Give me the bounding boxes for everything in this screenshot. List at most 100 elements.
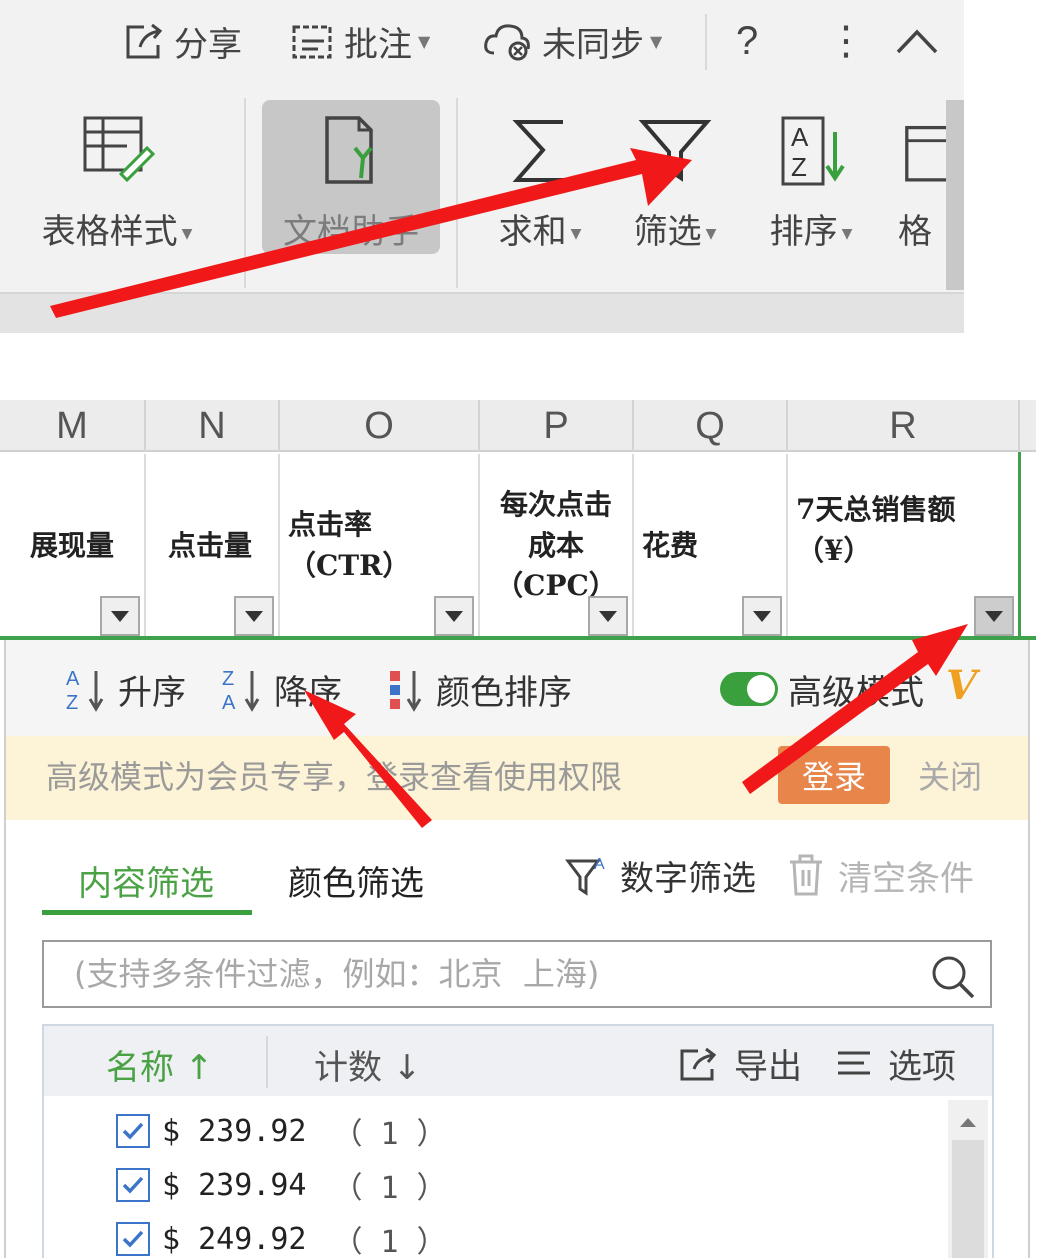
header-text: 点击量 [168, 528, 253, 562]
column-header-M[interactable]: M [0, 400, 146, 452]
member-notice-bar: 高级模式为会员专享，登录查看使用权限 登录 关闭 [6, 736, 1028, 820]
name-column-header[interactable]: 名称 ↑ [106, 1040, 213, 1089]
share-icon [126, 23, 163, 59]
chevron-up-icon [896, 29, 938, 54]
sync-status-button[interactable]: 未同步 ▼ [482, 14, 662, 68]
header-cell-cpc[interactable]: 每次点击 成本 （CPC） [480, 454, 634, 638]
checkbox-checked[interactable] [116, 1114, 150, 1148]
sync-label: 未同步 [542, 24, 644, 65]
advanced-mode-toggle[interactable] [720, 672, 778, 706]
filter-panel: AZ 升序 ZA 降序 颜色排序 高级模式 V 高级模式为会员专享，登录查看使用… [4, 640, 1030, 1258]
collapse-ribbon-button[interactable] [894, 14, 948, 68]
options-label: 选项 [888, 1046, 956, 1087]
count-column-header[interactable]: 计数 ↓ [314, 1040, 421, 1089]
sort-az-icon: AZ [781, 116, 845, 186]
svg-text:A: A [594, 856, 605, 873]
header-text: （CTR） [288, 549, 411, 582]
sync-caret-icon: ▼ [650, 31, 663, 51]
sort-ascending-button[interactable]: AZ 升序 [64, 664, 186, 714]
sum-label: 求和 [498, 212, 567, 252]
color-sort-button[interactable]: 颜色排序 [386, 664, 572, 714]
svg-text:A: A [791, 122, 809, 152]
tab-content-filter[interactable]: 内容筛选 [78, 856, 214, 905]
spreadsheet-header-area: M N O P Q R 展现量 点击量 点击率 （CTR） 每次点击 成本 （C… [0, 400, 1036, 640]
header-text: 每次点击 [499, 488, 612, 522]
clear-conditions-button[interactable]: 清空条件 [786, 850, 974, 900]
filter-dropdown-button[interactable] [100, 596, 140, 636]
filter-dropdown-button[interactable] [742, 596, 782, 636]
number-filter-button[interactable]: A 数字筛选 [564, 850, 756, 900]
column-header-R[interactable]: R [788, 400, 1020, 452]
arrow-up-icon: ↑ [184, 1048, 214, 1088]
scroll-up-icon[interactable] [960, 1118, 976, 1127]
header-cell-impressions[interactable]: 展现量 [0, 454, 146, 638]
scrollbar-thumb[interactable] [952, 1140, 984, 1258]
filter-dropdown-button[interactable] [234, 596, 274, 636]
column-letter: P [543, 404, 569, 447]
header-text: 7天总销售额 [796, 493, 956, 527]
column-letter-bar: M N O P Q R [0, 400, 1036, 452]
column-letter: N [198, 404, 226, 447]
share-label: 分享 [174, 24, 242, 65]
sigma-icon [512, 120, 565, 182]
search-icon[interactable] [930, 954, 976, 1000]
value-list-scrollbar[interactable] [948, 1100, 988, 1258]
name-header-label: 名称 [106, 1048, 174, 1088]
checkbox-checked[interactable] [116, 1168, 150, 1202]
header-text: 展现量 [30, 528, 115, 562]
column-letter: Q [695, 404, 725, 447]
filter-dropdown-button[interactable] [434, 596, 474, 636]
cloud-unsynced-icon [484, 24, 530, 61]
column-header-Q[interactable]: Q [634, 400, 788, 452]
column-letter: R [889, 404, 917, 447]
filter-caret-icon: ▼ [705, 225, 717, 242]
help-button[interactable]: ? [736, 14, 758, 68]
comment-button[interactable]: 批注 ▼ [290, 14, 430, 68]
filter-search-input[interactable] [74, 950, 914, 998]
options-button[interactable]: 选项 [834, 1038, 956, 1088]
advanced-mode-label: 高级模式 [788, 672, 924, 713]
ribbon-toolbar: 分享 批注 ▼ 未同步 ▼ ? ⋮ 表格样式 ▼ 文档助手 求和 ▼ 筛选 ▼ … [0, 0, 964, 333]
ribbon-topbar: 分享 批注 ▼ 未同步 ▼ ? ⋮ [0, 0, 964, 86]
export-button[interactable]: 导出 [678, 1038, 802, 1088]
header-cell-ctr[interactable]: 点击率 （CTR） [280, 454, 480, 638]
svg-text:A: A [66, 668, 80, 690]
share-button[interactable]: 分享 [122, 14, 242, 68]
header-cell-clicks[interactable]: 点击量 [146, 454, 280, 638]
svg-text:Z: Z [791, 152, 807, 182]
filter-button[interactable]: 筛选 ▼ [618, 100, 732, 260]
close-notice-button[interactable]: 关闭 [918, 752, 982, 798]
column-header-N[interactable]: N [146, 400, 280, 452]
tab-color-filter[interactable]: 颜色筛选 [288, 856, 424, 905]
dropdown-arrow-icon [245, 610, 263, 622]
active-tab-indicator [42, 910, 252, 915]
header-cell-7day-sales[interactable]: 7天总销售额 （¥） [788, 454, 1020, 638]
format-button[interactable]: 格 [890, 100, 946, 260]
header-text: 点击率 [288, 508, 373, 542]
sort-button[interactable]: AZ 排序 ▼ [752, 100, 870, 260]
checkbox-checked[interactable] [116, 1222, 150, 1256]
column-header-P[interactable]: P [480, 400, 634, 452]
sort-ascending-icon: AZ [66, 668, 104, 713]
doc-assistant-label: 文档助手 [283, 212, 419, 252]
login-button[interactable]: 登录 [778, 746, 890, 804]
more-button[interactable]: ⋮ [826, 14, 866, 68]
svg-text:Z: Z [66, 692, 78, 713]
table-style-button[interactable]: 表格样式 ▼ [20, 100, 214, 260]
filter-dropdown-button[interactable] [588, 596, 628, 636]
column-header-O[interactable]: O [280, 400, 480, 452]
filter-dropdown-button-active[interactable] [974, 596, 1014, 636]
sort-descending-button[interactable]: ZA 降序 [220, 664, 342, 714]
check-icon [122, 1230, 144, 1248]
trash-icon [790, 854, 822, 896]
table-style-icon [83, 116, 156, 182]
list-item[interactable]: $ 249.92 （ 1 ） [116, 1214, 447, 1258]
doc-assistant-button[interactable]: 文档助手 [262, 100, 440, 254]
list-item[interactable]: $ 239.92 （ 1 ） [116, 1106, 447, 1156]
header-cell-spend[interactable]: 花费 [634, 454, 788, 638]
ribbon-scroll-handle[interactable] [946, 100, 964, 290]
sum-button[interactable]: 求和 ▼ [478, 100, 602, 260]
more-icon: ⋮ [826, 18, 866, 64]
header-text: 花费 [642, 528, 699, 562]
list-item[interactable]: $ 239.94 （ 1 ） [116, 1160, 447, 1210]
